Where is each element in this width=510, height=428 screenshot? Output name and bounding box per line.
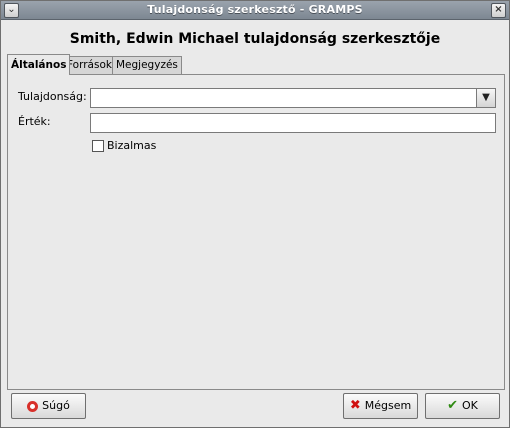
page-title: Smith, Edwin Michael tulajdonság szerkes…: [69, 31, 441, 47]
x-icon: ✖: [349, 398, 361, 413]
tab-megjegyzes[interactable]: Megjegyzés: [112, 56, 182, 74]
window-title: Tulajdonság szerkesztő - GRAMPS: [147, 3, 363, 16]
chevron-down-icon[interactable]: ▼: [476, 89, 495, 107]
private-checkbox[interactable]: [92, 140, 104, 152]
ok-button-label: OK: [462, 399, 478, 412]
tab-forrasok[interactable]: Források: [63, 56, 116, 74]
checkmark-icon: ✔: [447, 398, 459, 413]
ok-button[interactable]: ✔ OK: [425, 393, 500, 419]
dialog-window: ⌄ Tulajdonság szerkesztő - GRAMPS × Smit…: [0, 0, 510, 428]
value-label: Érték:: [18, 115, 51, 128]
help-button[interactable]: Súgó: [11, 393, 86, 419]
lifebuoy-icon: [27, 400, 39, 412]
private-label: Bizalmas: [107, 139, 157, 152]
property-combo[interactable]: ▼: [90, 88, 496, 108]
tab-altalanos[interactable]: Általános: [7, 54, 71, 75]
cancel-button-label: Mégsem: [364, 399, 412, 412]
title-bar[interactable]: ⌄ Tulajdonság szerkesztő - GRAMPS ×: [1, 1, 509, 20]
property-label: Tulajdonság:: [18, 90, 87, 103]
close-icon[interactable]: ×: [491, 3, 506, 18]
help-button-label: Súgó: [42, 399, 70, 412]
tab-panel: Tulajdonság: ▼ Érték: Bizalmas: [7, 74, 505, 390]
cancel-button[interactable]: ✖ Mégsem: [343, 393, 418, 419]
value-input[interactable]: [90, 113, 496, 133]
